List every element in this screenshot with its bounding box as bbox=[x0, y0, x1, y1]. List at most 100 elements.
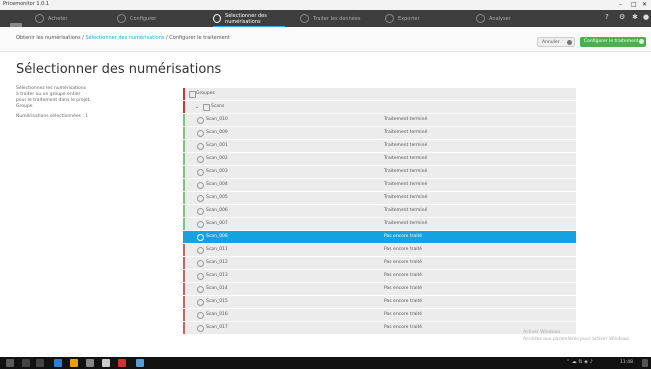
radio-icon[interactable] bbox=[197, 195, 204, 202]
scan-row[interactable]: Scan_005 Traitement terminé bbox=[183, 192, 576, 204]
scan-row[interactable]: Scan_014 Pas encore traité bbox=[183, 283, 576, 295]
radio-icon[interactable] bbox=[197, 312, 204, 319]
step-6[interactable]: Analyser bbox=[476, 10, 556, 27]
scan-name: Scan_006 bbox=[206, 208, 228, 213]
radio-icon[interactable] bbox=[197, 169, 204, 176]
scan-status: Pas encore traité bbox=[384, 260, 422, 265]
instructions-panel: Sélectionnez les numérisations à traiter… bbox=[16, 86, 146, 120]
scan-row[interactable]: Scan_008 Pas encore traité bbox=[183, 231, 576, 243]
scan-status: Pas encore traité bbox=[384, 312, 422, 317]
radio-icon[interactable] bbox=[197, 182, 204, 189]
maximize-icon[interactable]: □ bbox=[631, 1, 637, 8]
scan-row[interactable]: Scan_016 Pas encore traité bbox=[183, 309, 576, 321]
step-label: Analyser bbox=[489, 15, 511, 22]
cancel-button[interactable]: Annuler bbox=[537, 37, 575, 47]
scan-tree: Groupes ⌄ Scans Scan_010 Traitement termi… bbox=[183, 88, 576, 335]
scan-row[interactable]: Scan_013 Pas encore traité bbox=[183, 270, 576, 282]
start-icon[interactable] bbox=[6, 359, 14, 367]
step-2[interactable]: Configurer bbox=[117, 10, 197, 27]
scan-row[interactable]: Scan_006 Traitement terminé bbox=[183, 205, 576, 217]
radio-icon[interactable] bbox=[197, 221, 204, 228]
radio-icon[interactable] bbox=[197, 260, 204, 267]
scan-status: Traitement terminé bbox=[384, 156, 428, 161]
scan-status: Traitement terminé bbox=[384, 143, 428, 148]
radio-icon[interactable] bbox=[197, 247, 204, 254]
chevron-down-icon[interactable]: ⌄ bbox=[195, 101, 199, 113]
watermark-title: Activer Windows bbox=[523, 330, 561, 335]
scan-row[interactable]: Scan_015 Pas encore traité bbox=[183, 296, 576, 308]
cancel-button-label: Annuler bbox=[542, 40, 560, 45]
step-label: Acheter bbox=[48, 15, 68, 22]
scan-row[interactable]: Scan_003 Traitement terminé bbox=[183, 166, 576, 178]
settings-icon[interactable]: ⚙ bbox=[619, 13, 625, 21]
scan-row[interactable]: Scan_002 Traitement terminé bbox=[183, 153, 576, 165]
radio-icon[interactable] bbox=[197, 143, 204, 150]
store-icon[interactable] bbox=[86, 359, 94, 367]
scan-name: Scan_008 bbox=[206, 234, 228, 239]
notification-icon[interactable] bbox=[642, 359, 648, 367]
tree-group-row[interactable]: Groupes bbox=[183, 88, 576, 100]
tree-group-label: Groupes bbox=[196, 91, 215, 96]
scan-name: Scan_005 bbox=[206, 195, 228, 200]
scan-status: Pas encore traité bbox=[384, 273, 422, 278]
step-circle-icon bbox=[385, 14, 394, 23]
scan-row[interactable]: Scan_012 Pas encore traité bbox=[183, 257, 576, 269]
scan-name: Scan_007 bbox=[206, 221, 228, 226]
scan-name: Scan_011 bbox=[206, 247, 228, 252]
scan-status: Traitement terminé bbox=[384, 195, 428, 200]
pricemonitor-icon[interactable] bbox=[136, 359, 144, 367]
breadcrumb-previous[interactable]: Obtenir les numérisations / bbox=[16, 35, 85, 41]
step-4[interactable]: Traiter les données bbox=[300, 10, 380, 27]
scan-row[interactable]: Scan_010 Traitement terminé bbox=[183, 114, 576, 126]
tree-subgroup-row[interactable]: ⌄ Scans bbox=[183, 101, 576, 113]
scan-status: Pas encore traité bbox=[384, 299, 422, 304]
close-circle-icon bbox=[567, 40, 572, 45]
system-tray-icons[interactable]: ⌃ ☁ ⇅ ◈ ♪ bbox=[566, 359, 606, 367]
step-circle-icon bbox=[213, 14, 222, 23]
scan-row[interactable]: Scan_004 Traitement terminé bbox=[183, 179, 576, 191]
radio-icon[interactable] bbox=[197, 234, 204, 241]
step-label: Sélectionner des numérisations bbox=[225, 12, 267, 25]
taskbar: ⌃ ☁ ⇅ ◈ ♪ 11:48 bbox=[0, 357, 651, 369]
scan-row[interactable]: Scan_009 Traitement terminé bbox=[183, 127, 576, 139]
radio-icon[interactable] bbox=[197, 273, 204, 280]
scan-row[interactable]: Scan_001 Traitement terminé bbox=[183, 140, 576, 152]
radio-icon[interactable] bbox=[197, 286, 204, 293]
edge-icon[interactable] bbox=[54, 359, 62, 367]
user-icon[interactable]: ● bbox=[643, 13, 649, 21]
step-label: Traiter les données bbox=[313, 15, 361, 22]
configure-processing-button[interactable]: Configurer le traitement bbox=[580, 37, 646, 47]
step-1[interactable]: Acheter bbox=[35, 10, 105, 27]
scan-status: Pas encore traité bbox=[384, 234, 422, 239]
scan-row[interactable]: Scan_007 Traitement terminé bbox=[183, 218, 576, 230]
scan-name: Scan_003 bbox=[206, 169, 228, 174]
radio-icon[interactable] bbox=[197, 299, 204, 306]
radio-icon[interactable] bbox=[197, 130, 204, 137]
step-3[interactable]: Sélectionner des numérisations bbox=[213, 10, 293, 27]
arrow-right-icon bbox=[639, 39, 644, 44]
window-title: Pricemonitor 1.0.1 bbox=[3, 1, 50, 7]
gear-icon[interactable]: ✱ bbox=[632, 13, 638, 21]
app-icon[interactable] bbox=[118, 359, 126, 367]
help-icon[interactable]: ? bbox=[605, 13, 609, 21]
scan-name: Scan_004 bbox=[206, 182, 228, 187]
breadcrumb-next[interactable]: / Configurer le traitement bbox=[164, 35, 230, 41]
close-icon[interactable]: ✕ bbox=[642, 1, 647, 8]
window-titlebar: Pricemonitor 1.0.1 – □ ✕ bbox=[0, 0, 651, 10]
radio-icon[interactable] bbox=[197, 156, 204, 163]
search-icon[interactable] bbox=[22, 359, 30, 367]
radio-icon[interactable] bbox=[197, 325, 204, 332]
mail-icon[interactable] bbox=[102, 359, 110, 367]
workflow-steps: Acheter Configurer Sélectionner des numé… bbox=[0, 10, 651, 34]
step-label: Exporter bbox=[398, 15, 420, 22]
task-view-icon[interactable] bbox=[36, 359, 44, 367]
scan-name: Scan_002 bbox=[206, 156, 228, 161]
radio-icon[interactable] bbox=[197, 208, 204, 215]
scan-row[interactable]: Scan_011 Pas encore traité bbox=[183, 244, 576, 256]
file-explorer-icon[interactable] bbox=[70, 359, 78, 367]
radio-icon[interactable] bbox=[197, 117, 204, 124]
scan-name: Scan_010 bbox=[206, 117, 228, 122]
minimize-icon[interactable]: – bbox=[619, 1, 622, 8]
step-5[interactable]: Exporter bbox=[385, 10, 465, 27]
scan-row[interactable]: Scan_017 Pas encore traité bbox=[183, 322, 576, 334]
